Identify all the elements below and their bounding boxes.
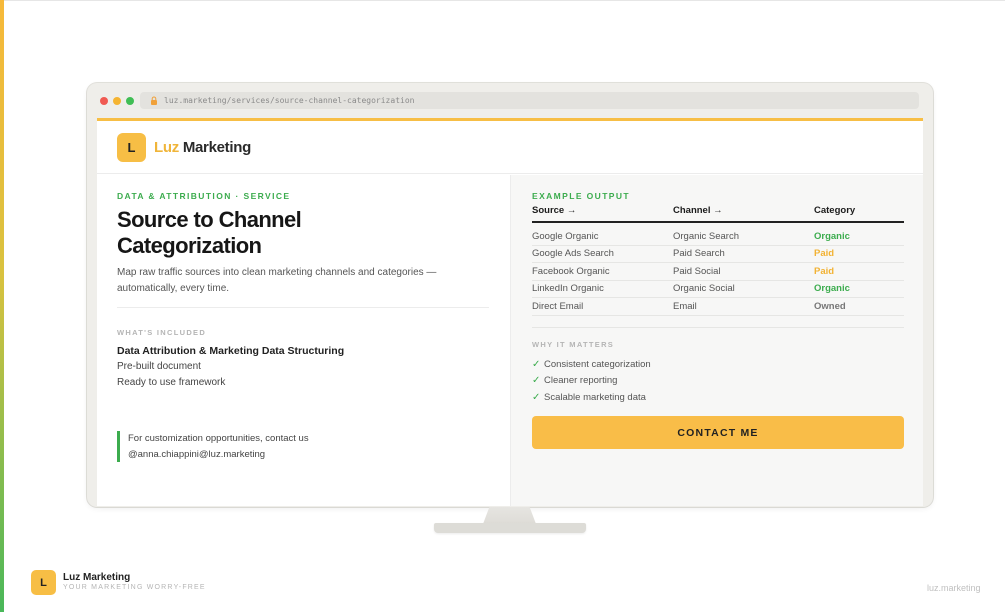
contact-email[interactable]: @anna.chiappini@luz.marketing xyxy=(128,447,309,463)
cell-channel: Organic Social xyxy=(673,283,735,295)
service-info-panel: DATA & ATTRIBUTION · SERVICE Source to C… xyxy=(97,175,510,506)
brand-name-part1: Luz xyxy=(154,138,179,156)
table-row: LinkedIn Organic Organic Social Organic xyxy=(532,281,904,298)
cell-category: Organic xyxy=(814,283,850,295)
included-item: Pre-built document xyxy=(117,361,201,372)
footer-logo[interactable]: L xyxy=(31,570,56,595)
list-item: ✓ Consistent categorization xyxy=(532,356,651,373)
table-row: Google Ads Search Paid Search Paid xyxy=(532,246,904,263)
monitor-stand-base xyxy=(434,523,586,533)
monitor-frame: luz.marketing/services/source-channel-ca… xyxy=(87,83,933,507)
browser-viewport: L Luz Marketing DATA & ATTRIBUTION · SER… xyxy=(97,118,923,506)
column-header-source: Source → xyxy=(532,205,577,216)
monitor-stand-neck xyxy=(483,507,536,524)
cell-category: Owned xyxy=(814,300,846,312)
cell-source: Google Ads Search xyxy=(532,248,614,260)
maximize-window-dot[interactable] xyxy=(126,97,134,105)
section-divider xyxy=(117,307,489,308)
categorization-table: Source → Channel → Category Google Organ… xyxy=(532,205,904,316)
cell-category: Organic xyxy=(814,230,850,242)
brand-name-part2: Marketing xyxy=(182,138,251,156)
page-top-border xyxy=(0,0,1005,1)
left-accent-bar xyxy=(0,0,4,612)
included-item: Ready to use framework xyxy=(117,377,226,388)
example-output-panel: EXAMPLE OUTPUT Source → Channel → Catego… xyxy=(510,175,923,506)
footer-tagline: YOUR MARKETING WORRY-FREE xyxy=(63,584,206,591)
table-row: Facebook Organic Paid Social Paid xyxy=(532,263,904,281)
page-title: Source to Channel Categorization xyxy=(117,207,302,259)
cell-category: Paid xyxy=(814,265,835,277)
benefit-text: Cleaner reporting xyxy=(544,375,618,387)
benefit-text: Consistent categorization xyxy=(544,358,651,370)
page-title-line1: Source to Channel xyxy=(117,207,302,232)
table-body: Google Organic Organic Search Organic Go… xyxy=(532,223,904,316)
check-icon: ✓ xyxy=(532,358,541,370)
service-eyebrow: DATA & ATTRIBUTION · SERVICE xyxy=(117,191,291,201)
contact-note: For customization opportunities, contact… xyxy=(117,431,309,462)
column-header-category: Category xyxy=(814,205,856,216)
lock-icon xyxy=(151,96,157,105)
brand-logo[interactable]: L xyxy=(117,132,146,162)
section-divider xyxy=(532,327,904,328)
column-header-channel: Channel → xyxy=(673,205,723,216)
contact-note-text: For customization opportunities, contact… xyxy=(128,433,309,444)
included-item: Data Attribution & Marketing Data Struct… xyxy=(117,345,345,357)
page-title-line2: Categorization xyxy=(117,233,262,258)
table-row: Direct Email Email Owned xyxy=(532,298,904,316)
why-it-matters-label: WHY IT MATTERS xyxy=(532,340,615,349)
list-item: ✓ Scalable marketing data xyxy=(532,389,651,406)
cell-channel: Paid Social xyxy=(673,265,721,277)
cell-channel: Organic Search xyxy=(673,230,740,242)
table-row: Google Organic Organic Search Organic xyxy=(532,228,904,246)
check-icon: ✓ xyxy=(532,375,541,387)
table-header: Source → Channel → Category xyxy=(532,205,904,223)
page-subtitle: Map raw traffic sources into clean marke… xyxy=(117,267,437,294)
cell-category: Paid xyxy=(814,248,835,260)
benefit-text: Scalable marketing data xyxy=(544,391,646,403)
cell-source: Google Organic xyxy=(532,230,599,242)
contact-me-button[interactable]: CONTACT ME xyxy=(532,416,904,449)
list-item: ✓ Cleaner reporting xyxy=(532,373,651,390)
minimize-window-dot[interactable] xyxy=(113,97,121,105)
benefits-list: ✓ Consistent categorization ✓ Cleaner re… xyxy=(532,356,651,406)
url-text: luz.marketing/services/source-channel-ca… xyxy=(164,96,415,105)
footer-brand-name: Luz Marketing xyxy=(63,572,131,583)
included-label: WHAT'S INCLUDED xyxy=(117,328,207,337)
check-icon: ✓ xyxy=(532,391,541,403)
footer-domain[interactable]: luz.marketing xyxy=(927,583,981,593)
address-bar[interactable]: luz.marketing/services/source-channel-ca… xyxy=(140,92,919,109)
cell-source: Facebook Organic xyxy=(532,265,610,277)
example-output-label: EXAMPLE OUTPUT xyxy=(532,191,630,201)
site-header: L Luz Marketing xyxy=(97,121,923,174)
brand-name[interactable]: Luz Marketing xyxy=(154,139,251,156)
cell-source: LinkedIn Organic xyxy=(532,283,604,295)
cell-channel: Paid Search xyxy=(673,248,725,260)
cell-source: Direct Email xyxy=(532,300,584,312)
close-window-dot[interactable] xyxy=(100,97,108,105)
cell-channel: Email xyxy=(673,300,697,312)
browser-bar: luz.marketing/services/source-channel-ca… xyxy=(87,83,933,118)
